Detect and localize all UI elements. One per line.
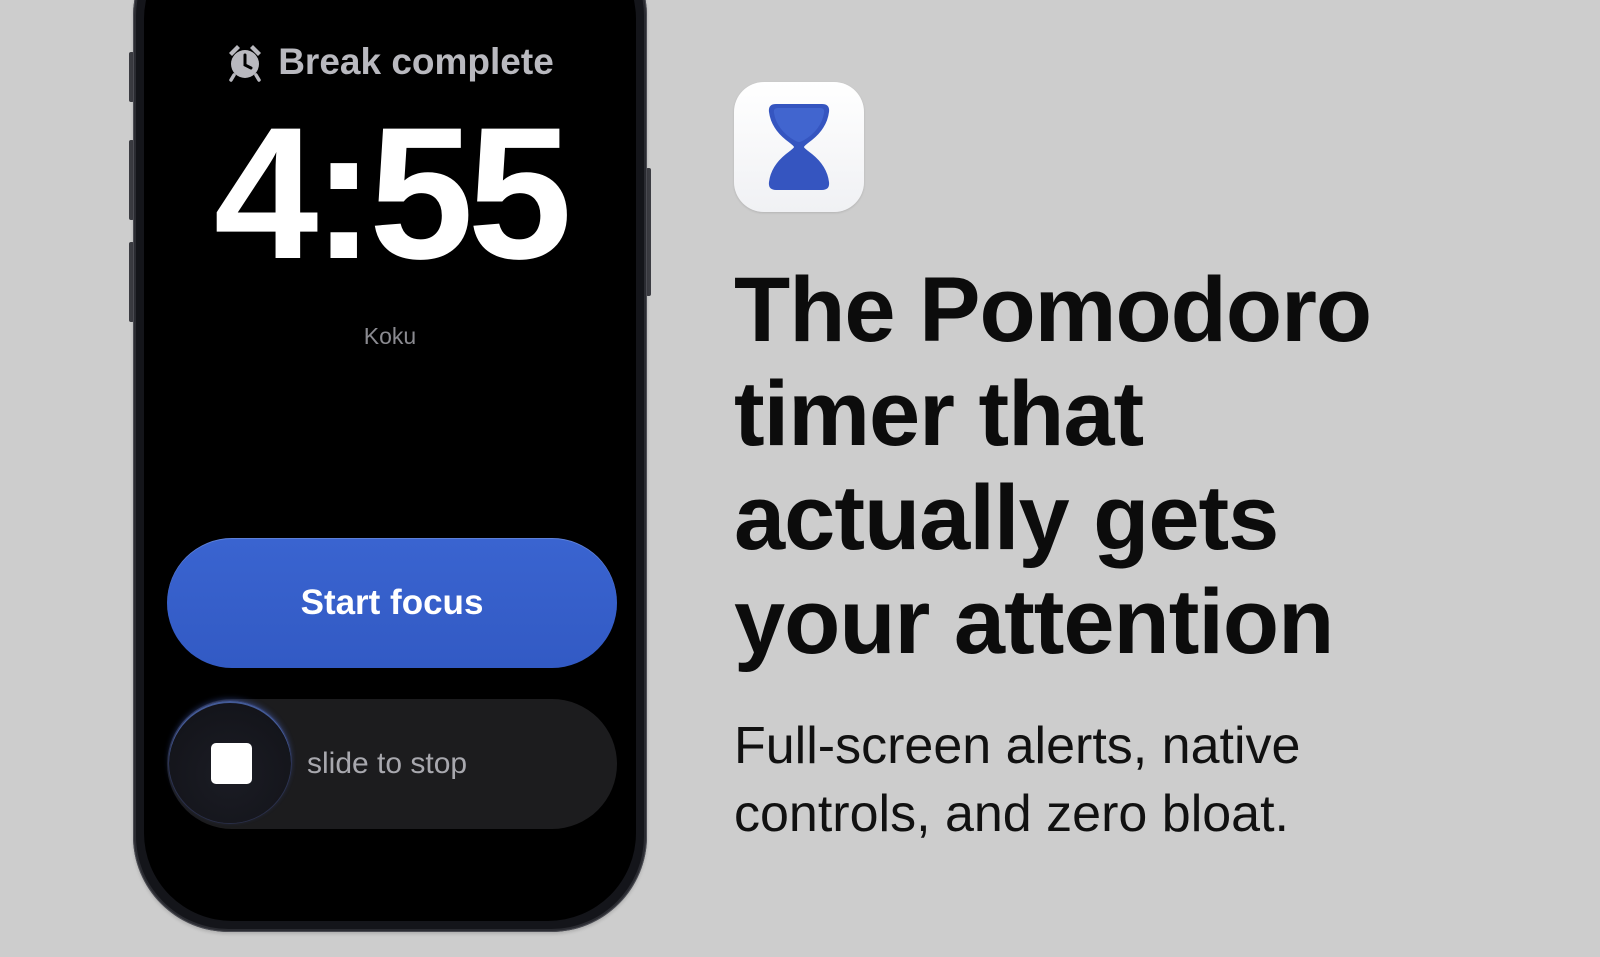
headline-line: actually gets bbox=[734, 467, 1279, 569]
headline-line: timer that bbox=[734, 363, 1144, 465]
timer-display: 4:55 bbox=[213, 88, 572, 298]
hourglass-icon bbox=[768, 104, 830, 190]
phone-frame: Break complete 4:55 Koku Start focus sli… bbox=[133, 0, 647, 932]
tagline-line: Full-screen alerts, native bbox=[734, 717, 1301, 775]
tagline-line: controls, and zero bloat. bbox=[734, 785, 1289, 843]
app-icon bbox=[734, 82, 864, 212]
promo-screenshot: Break complete 4:55 Koku Start focus sli… bbox=[0, 0, 1600, 957]
headline-line: The Pomodoro bbox=[734, 259, 1372, 361]
phone-screen: Break complete 4:55 Koku Start focus sli… bbox=[144, 0, 636, 921]
phone-bezel: Break complete 4:55 Koku Start focus sli… bbox=[136, 0, 644, 929]
slide-to-stop-slider[interactable]: slide to stop bbox=[167, 699, 617, 829]
tagline: Full-screen alerts, native controls, and… bbox=[734, 712, 1584, 848]
slider-label: slide to stop bbox=[307, 747, 468, 780]
start-focus-label: Start focus bbox=[300, 583, 484, 622]
alarm-status-label: Break complete bbox=[278, 41, 554, 82]
alarm-clock-icon bbox=[229, 45, 262, 82]
alarm-status: Break complete bbox=[144, 41, 636, 83]
headline: The Pomodoro timer that actually gets yo… bbox=[734, 258, 1584, 674]
headline-line: your attention bbox=[734, 571, 1334, 673]
start-focus-button[interactable]: Start focus bbox=[167, 538, 617, 668]
slider-handle[interactable] bbox=[169, 701, 291, 823]
stop-icon bbox=[211, 743, 252, 784]
timer-subtitle: Koku bbox=[363, 323, 417, 349]
